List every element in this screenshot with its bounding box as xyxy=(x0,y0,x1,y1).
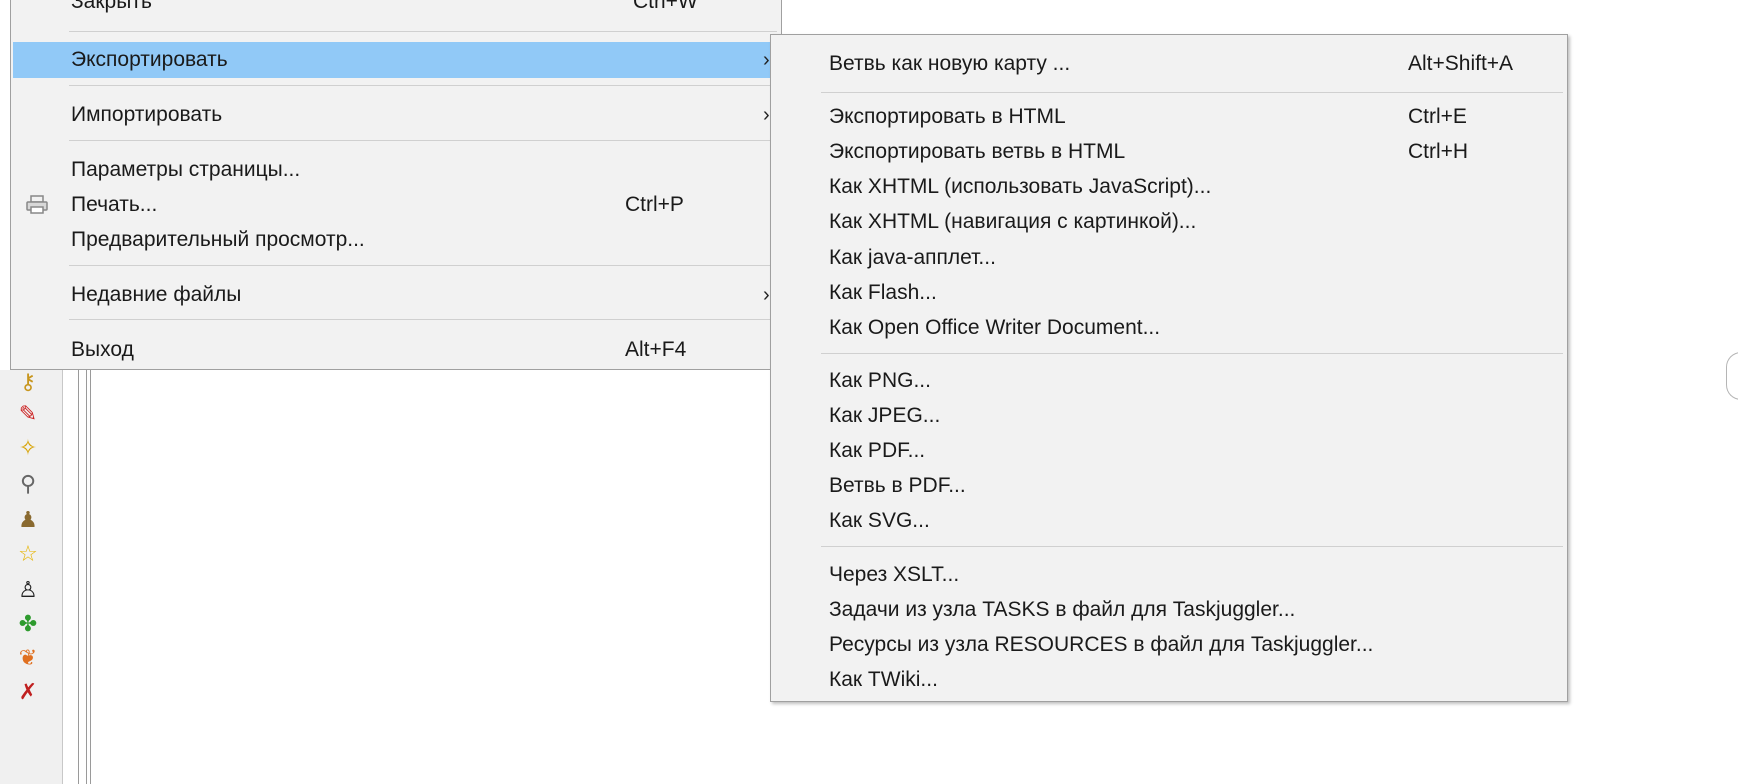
menu-item-label: Как java-апплет... xyxy=(829,246,996,269)
menu-item-export-html[interactable]: Экспортировать в HTML Ctrl+E xyxy=(772,99,1566,135)
menu-item-page-setup[interactable]: Параметры страницы... xyxy=(13,152,779,188)
menu-item-jpeg[interactable]: Как JPEG... xyxy=(772,398,1566,434)
butterfly-icon[interactable]: ❦ xyxy=(14,644,42,672)
menu-item-xslt[interactable]: Через XSLT... xyxy=(772,557,1566,593)
submenu-arrow-icon: › xyxy=(763,104,770,126)
menu-item-label: Параметры страницы... xyxy=(71,158,301,181)
menu-item-label: Как PDF... xyxy=(829,439,926,462)
menu-separator xyxy=(69,31,777,32)
menu-item-shortcut: Alt+Shift+A xyxy=(1408,52,1514,75)
menu-item-label: Ветвь в PDF... xyxy=(829,474,966,497)
menu-item-print-preview[interactable]: Предварительный просмотр... xyxy=(13,222,779,258)
menu-separator xyxy=(821,353,1563,354)
menu-item-label: Задачи из узла TASKS в файл для Taskjugg… xyxy=(829,598,1296,621)
runner-icon[interactable]: ✗ xyxy=(14,678,42,706)
star-icon[interactable]: ☆ xyxy=(14,540,42,568)
menu-item-label: Ресурсы из узла RESOURCES в файл для Tas… xyxy=(829,633,1374,656)
key-icon[interactable]: ⚷ xyxy=(14,368,42,396)
menu-separator xyxy=(821,546,1563,547)
node-edge xyxy=(1726,352,1738,400)
menu-item-close[interactable]: Закрыть xyxy=(71,0,152,20)
menu-item-label: Как XHTML (использовать JavaScript)... xyxy=(829,175,1212,198)
menu-item-label: Предварительный просмотр... xyxy=(71,228,365,251)
pencil-icon[interactable]: ✎ xyxy=(14,400,42,428)
menu-item-label: Выход xyxy=(71,338,134,361)
map-border-line xyxy=(90,370,91,784)
file-menu: Закрыть Ctrl+W Экспортировать › Импортир… xyxy=(10,0,782,370)
menu-item-label: Недавние файлы xyxy=(71,283,242,306)
submenu-arrow-icon: › xyxy=(763,284,770,306)
magic-wand-icon[interactable]: ✧ xyxy=(14,434,42,462)
submenu-arrow-icon: › xyxy=(763,49,770,71)
menu-item-label: Печать... xyxy=(71,193,158,216)
menu-item-label: Как Open Office Writer Document... xyxy=(829,316,1161,339)
menu-item-label: Как JPEG... xyxy=(829,404,941,427)
menu-separator xyxy=(69,85,777,86)
menu-item-export[interactable]: Экспортировать › xyxy=(13,42,779,78)
menu-item-label: Экспортировать в HTML xyxy=(829,105,1066,128)
menu-item-taskjuggler-resources[interactable]: Ресурсы из узла RESOURCES в файл для Tas… xyxy=(772,627,1566,663)
menu-item-pdf[interactable]: Как PDF... xyxy=(772,433,1566,469)
menu-item-branch-as-new-map[interactable]: Ветвь как новую карту ... Alt+Shift+A xyxy=(772,46,1566,82)
map-border-line xyxy=(78,370,79,784)
menu-item-label: Экспортировать ветвь в HTML xyxy=(829,140,1126,163)
menu-separator xyxy=(69,319,777,320)
menu-item-label: Как SVG... xyxy=(829,509,930,532)
menu-item-recent-files[interactable]: Недавние файлы › xyxy=(13,277,779,313)
menu-separator xyxy=(821,92,1563,93)
map-border-line xyxy=(86,370,87,784)
menu-item-label: Как TWiki... xyxy=(829,668,938,691)
menu-item-label: Ветвь как новую карту ... xyxy=(829,52,1071,75)
icon-toolbar: ⚷ ✎ ✧ ⚲ ♟ ☆ ♙ ✤ ❦ ✗ xyxy=(0,368,63,784)
penguin-icon[interactable]: ♙ xyxy=(14,576,42,604)
menu-item-java-applet[interactable]: Как java-апплет... xyxy=(772,240,1566,276)
menu-item-label: Экспортировать xyxy=(71,48,228,71)
menu-item-svg[interactable]: Как SVG... xyxy=(772,503,1566,539)
menu-item-label: Через XSLT... xyxy=(829,563,960,586)
menu-item-exit[interactable]: Выход Alt+F4 xyxy=(13,332,779,368)
magnifier-icon[interactable]: ⚲ xyxy=(14,470,42,498)
menu-item-print[interactable]: Печать... Ctrl+P xyxy=(13,187,779,223)
menu-item-close-shortcut: Ctrl+W xyxy=(633,0,698,13)
bell-icon[interactable]: ♟ xyxy=(14,506,42,534)
menu-separator xyxy=(69,265,777,266)
menu-item-xhtml-image-nav[interactable]: Как XHTML (навигация с картинкой)... xyxy=(772,204,1566,240)
menu-item-xhtml-javascript[interactable]: Как XHTML (использовать JavaScript)... xyxy=(772,169,1566,205)
menu-item-taskjuggler-tasks[interactable]: Задачи из узла TASKS в файл для Taskjugg… xyxy=(772,592,1566,628)
menu-item-png[interactable]: Как PNG... xyxy=(772,363,1566,399)
clover-icon[interactable]: ✤ xyxy=(14,610,42,638)
menu-item-shortcut: Ctrl+P xyxy=(625,193,684,216)
menu-item-label: Как XHTML (навигация с картинкой)... xyxy=(829,210,1197,233)
menu-separator xyxy=(69,140,777,141)
export-submenu: Ветвь как новую карту ... Alt+Shift+A Эк… xyxy=(770,34,1568,702)
menu-item-flash[interactable]: Как Flash... xyxy=(772,275,1566,311)
menu-item-label: Импортировать xyxy=(71,103,223,126)
menu-item-open-office-writer[interactable]: Как Open Office Writer Document... xyxy=(772,310,1566,346)
menu-item-label: Как Flash... xyxy=(829,281,937,304)
menu-item-shortcut: Alt+F4 xyxy=(625,338,687,361)
menu-item-twiki[interactable]: Как TWiki... xyxy=(772,662,1566,698)
menu-item-label: Как PNG... xyxy=(829,369,931,392)
menu-item-shortcut: Ctrl+E xyxy=(1408,105,1467,128)
printer-icon xyxy=(23,191,51,219)
menu-item-export-branch-html[interactable]: Экспортировать ветвь в HTML Ctrl+H xyxy=(772,134,1566,170)
menu-item-shortcut: Ctrl+H xyxy=(1408,140,1469,163)
menu-item-import[interactable]: Импортировать › xyxy=(13,97,779,133)
menu-item-branch-pdf[interactable]: Ветвь в PDF... xyxy=(772,468,1566,504)
